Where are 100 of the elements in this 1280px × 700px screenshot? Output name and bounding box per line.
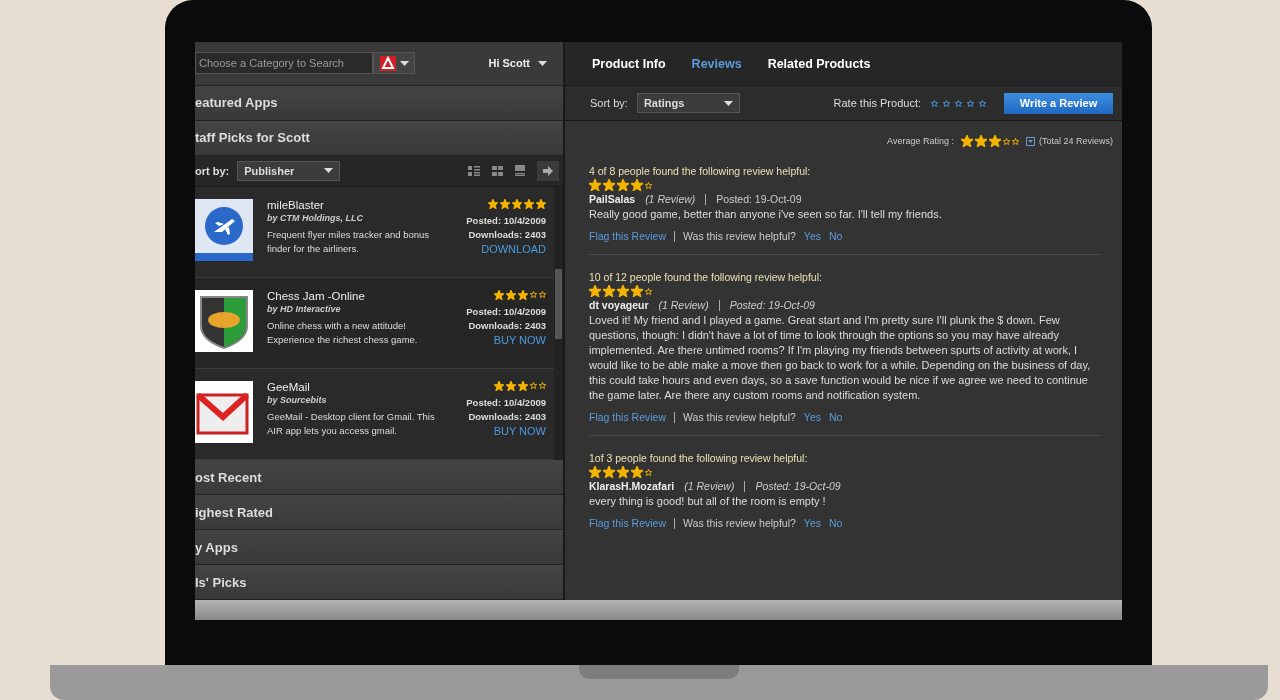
app-action-link[interactable]: BUY NOW (493, 424, 546, 437)
reviewer-name: dt voyageur (589, 299, 649, 311)
logo-icon (379, 55, 396, 71)
filled-star-icon (488, 198, 498, 209)
category-menu-button[interactable] (373, 52, 415, 75)
arrow-right-icon (543, 165, 553, 176)
sort-label: ort by: (195, 164, 230, 177)
empty-star-icon[interactable] (967, 99, 974, 107)
sort-dropdown[interactable]: Publisher (237, 160, 341, 181)
helpful-count: 10 of 12 people found the following review helpful: (589, 271, 823, 283)
grid-view-icon[interactable] (492, 165, 503, 176)
filled-star-icon (617, 285, 629, 297)
app-description: GeeMail - Desktop client for Gmail. This AIR app lets you access gmail. (267, 409, 436, 438)
empty-star-icon (645, 287, 652, 295)
filled-star-icon (631, 285, 643, 297)
review-count: (1 Review) (645, 193, 696, 205)
helpful-question: Was this review helpful? (683, 517, 796, 529)
user-menu[interactable]: Hi Scott (482, 56, 553, 71)
empty-star-icon[interactable] (943, 99, 950, 107)
app-name[interactable]: mileBlaster (267, 198, 450, 211)
airplane-app-icon (195, 198, 253, 261)
caret-icon (324, 168, 334, 174)
dropdown-icon[interactable] (1025, 136, 1035, 146)
helpful-count: 4 of 8 people found the following review helpful: (589, 165, 812, 177)
app-name[interactable]: GeeMail (267, 380, 450, 393)
empty-star-icon (530, 382, 537, 390)
empty-star-icon[interactable] (931, 99, 938, 107)
flag-review-link[interactable]: Flag this Review (589, 411, 667, 423)
filled-star-icon (617, 466, 629, 478)
app-publisher: by CTM Holdings, LLC (267, 212, 364, 223)
app-name[interactable]: Chess Jam -Online (267, 289, 450, 302)
app-action-link[interactable]: BUY NOW (493, 333, 546, 346)
rate-label: Rate this Product: (833, 97, 921, 109)
review-count: (1 Review) (684, 480, 735, 492)
no-link[interactable]: No (829, 517, 843, 529)
no-link[interactable]: No (829, 230, 843, 242)
filled-star-icon (512, 198, 522, 209)
filled-star-icon (589, 179, 601, 191)
category-header[interactable]: ost Recent (195, 460, 563, 496)
posted-date: Posted: 19-Oct-09 (716, 193, 802, 205)
helpful-question: Was this review helpful? (683, 230, 796, 242)
filled-star-icon (631, 466, 643, 478)
tab[interactable]: Related Products (767, 56, 871, 71)
tab[interactable]: Product Info (592, 56, 666, 71)
reviewer-name: PailSalas (589, 193, 636, 205)
filled-star-icon (974, 135, 987, 147)
review-text: Loved it! My friend and I played a game. Great start and I'm pretty sure I'll plunk the $ down. Few questions, though: I didn't have a lot of time to look through the options so you may have already implemented. Are there untimed rooms? If I'm playing my friends between spurts of activity at work, I would like to be able make a move then go back to work for a while. Depending on the business of day, this could take hours and even days, so a save function would be nice if we agree we need to continue the game later. Are there any custom rooms and notification system. (589, 313, 1092, 403)
yes-link[interactable]: Yes (803, 230, 821, 242)
scrollbar[interactable] (554, 186, 563, 461)
filled-star-icon (506, 380, 516, 391)
filled-star-icon (603, 285, 615, 297)
flag-review-link[interactable]: Flag this Review (589, 230, 667, 242)
filled-star-icon (536, 198, 546, 209)
total-reviews: (Total 24 Reviews) (1038, 136, 1113, 146)
helpful-count: 1of 3 people found the following review helpful: (589, 452, 809, 464)
filled-star-icon (506, 289, 516, 300)
filled-star-icon (494, 289, 504, 300)
caret-icon (399, 60, 409, 66)
download-count: Downloads: 2403 (468, 228, 546, 240)
tab[interactable]: Reviews (691, 56, 742, 71)
app-publisher: by HD Interactive (267, 303, 342, 314)
category-search-field[interactable]: Choose a Category to Search (195, 52, 373, 75)
empty-star-icon (645, 181, 652, 189)
filled-star-icon (589, 466, 601, 478)
empty-star-icon[interactable] (955, 99, 962, 107)
empty-star-icon[interactable] (979, 99, 986, 107)
category-header[interactable]: eatured Apps (195, 85, 563, 121)
flag-review-link[interactable]: Flag this Review (589, 517, 667, 529)
filled-star-icon (603, 179, 615, 191)
category-header[interactable]: ighest Rated (195, 495, 563, 531)
filled-star-icon (960, 135, 973, 147)
category-header[interactable]: y Apps (195, 530, 563, 566)
empty-star-icon (539, 291, 546, 299)
filled-star-icon (524, 198, 534, 209)
write-review-button[interactable]: Write a Review (1004, 92, 1113, 114)
category-header[interactable]: ls' Picks (195, 565, 563, 600)
app-description: Online chess with a new attitude! Experience the richest chess game. (267, 318, 419, 347)
no-link[interactable]: No (829, 411, 843, 423)
download-count: Downloads: 2403 (468, 319, 546, 331)
yes-link[interactable]: Yes (803, 411, 821, 423)
yes-link[interactable]: Yes (803, 517, 821, 529)
filled-star-icon (988, 135, 1001, 147)
app-action-link[interactable]: DOWNLOAD (481, 242, 546, 255)
posted-date: Posted: 19-Oct-09 (755, 480, 841, 492)
reviewer-name: KlarasH.Mozafari (589, 480, 675, 492)
next-button[interactable] (537, 160, 559, 181)
filled-star-icon (500, 198, 510, 209)
review-count: (1 Review) (658, 299, 709, 311)
caret-icon (538, 60, 547, 66)
category-header[interactable]: taff Picks for Scott (195, 120, 563, 156)
posted-date: Posted: 10/4/2009 (466, 214, 546, 226)
caret-icon (723, 100, 733, 106)
download-count: Downloads: 2403 (468, 410, 546, 422)
filled-star-icon (518, 380, 528, 391)
detail-view-icon[interactable] (515, 165, 525, 177)
sort-dropdown[interactable]: Ratings (636, 93, 740, 113)
posted-date: Posted: 10/4/2009 (466, 396, 546, 408)
app-description: Frequent flyer miles tracker and bonus finder for the airliners. (267, 227, 431, 256)
list-view-icon[interactable] (468, 165, 480, 176)
filled-star-icon (631, 179, 643, 191)
